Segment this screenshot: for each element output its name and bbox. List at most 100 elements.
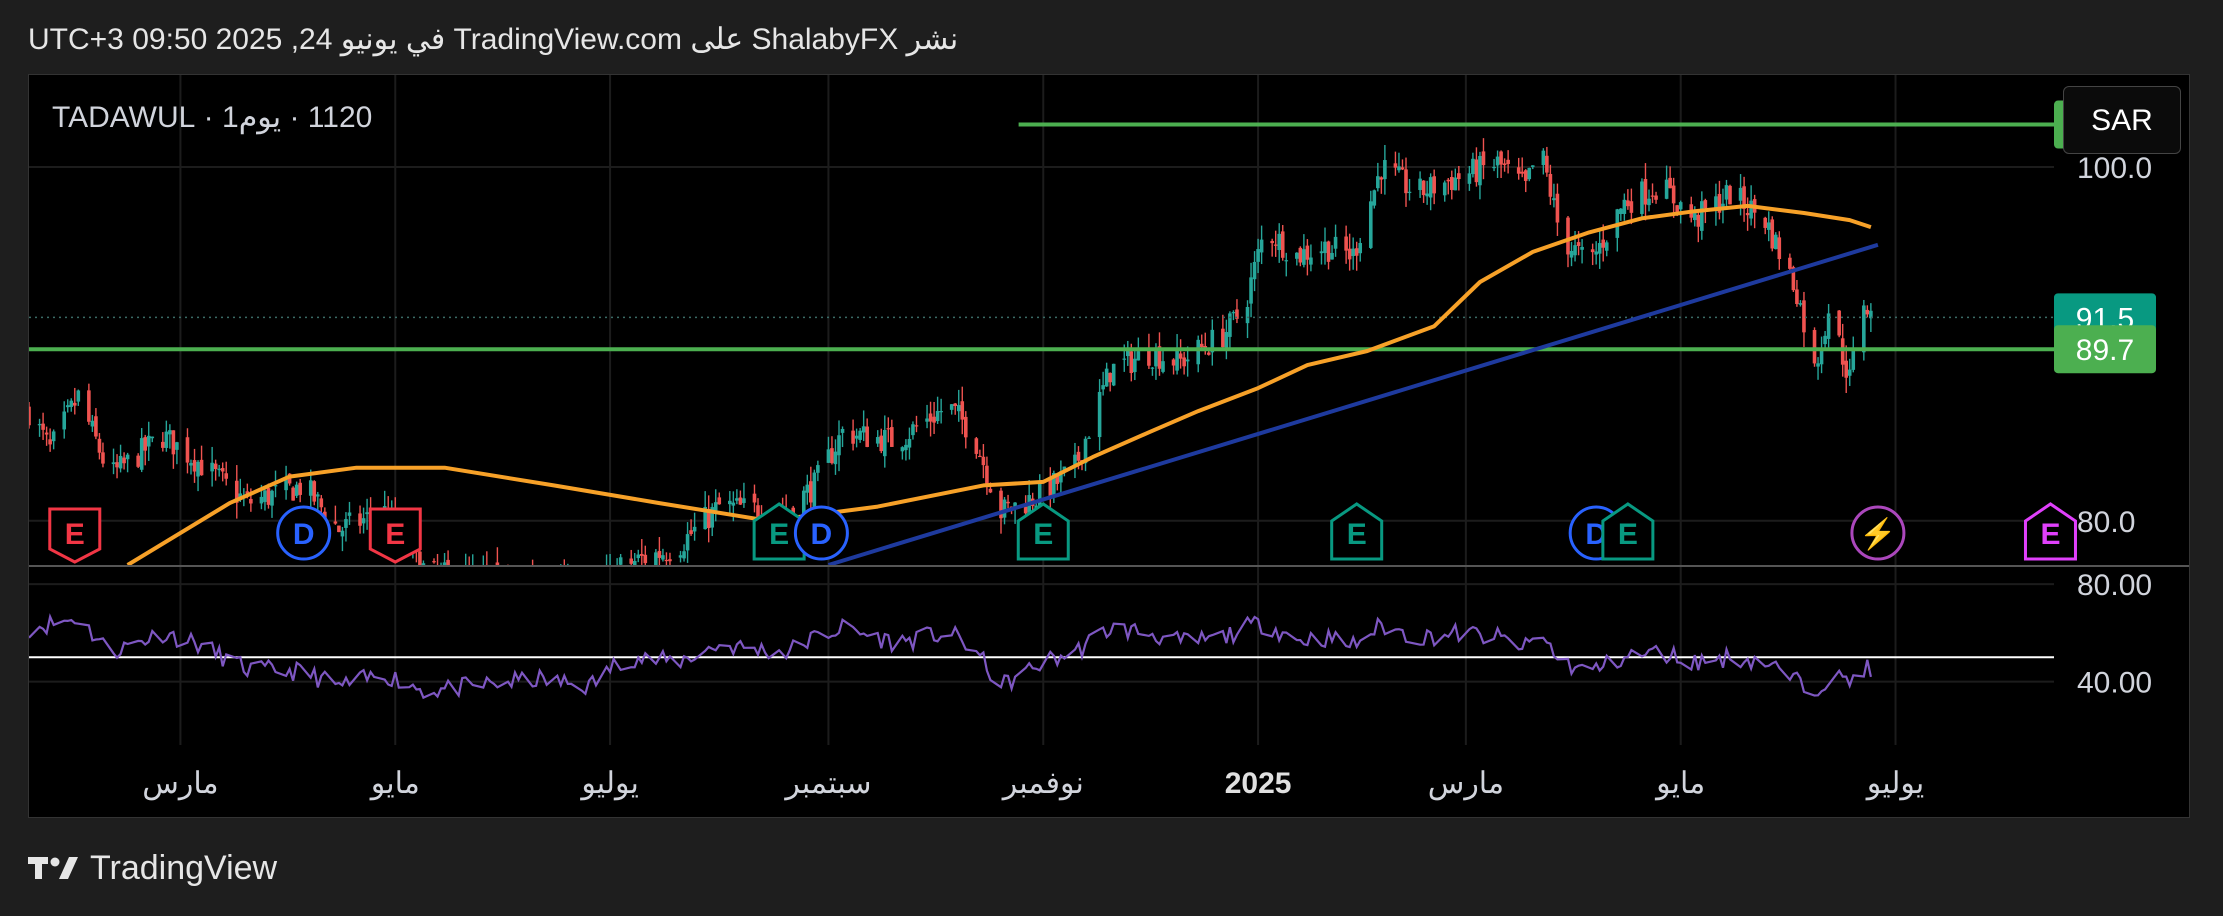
candle-body: [963, 416, 968, 438]
candle-body: [1654, 195, 1658, 200]
candle-body: [1700, 201, 1704, 231]
candle-body: [1449, 176, 1454, 190]
candle-body: [1678, 202, 1683, 210]
candle-body: [1175, 348, 1179, 371]
time-axis-tick-label: نوفمبر: [1001, 767, 1084, 801]
earnings-icon[interactable]: E: [48, 507, 102, 564]
candle-body: [1326, 241, 1331, 262]
candle-body: [482, 569, 486, 570]
candle-body: [125, 454, 130, 460]
candle-body: [1837, 310, 1841, 336]
candle-body: [1231, 312, 1236, 314]
event-marker-label: E: [1033, 518, 1053, 551]
candle-body: [713, 502, 718, 511]
candle-body: [717, 497, 722, 505]
chart-page: نشر ShalabyFX على TradingView.com في يون…: [0, 0, 2223, 916]
grid: [29, 75, 2054, 745]
event-marker-label: E: [1347, 518, 1367, 551]
candle-body: [1530, 165, 1535, 167]
candle-body: [1788, 257, 1792, 269]
chart-canvas[interactable]: EDEEDEEDE⚡E100.080.080.0040.00102.491.58…: [29, 75, 2189, 817]
candle-body: [851, 430, 855, 444]
candle-body: [506, 572, 510, 589]
candle-body: [1851, 350, 1856, 370]
chart-frame[interactable]: EDEEDEEDE⚡E100.080.080.0040.00102.491.58…: [28, 74, 2190, 818]
time-axis-tick-label: مايو: [369, 767, 420, 801]
candle-body: [1728, 185, 1732, 205]
candle-body: [1548, 173, 1553, 197]
candle-body: [682, 551, 686, 559]
candle-body: [678, 555, 683, 558]
level-tag-support-text: 89.7: [2076, 334, 2134, 367]
candle-body: [840, 428, 845, 433]
candle-body: [830, 448, 834, 464]
candle-body: [439, 568, 443, 575]
candle-body: [1865, 309, 1870, 315]
candle-body: [185, 437, 190, 463]
candle-body: [555, 593, 559, 596]
candle-body: [146, 435, 151, 447]
candle-body: [1397, 166, 1401, 171]
symbol-info[interactable]: 1120 · يوم1 · TADAWUL: [52, 100, 372, 135]
candle-body: [639, 553, 644, 556]
candle-body: [837, 435, 841, 456]
tradingview-logo-icon[interactable]: [28, 853, 80, 883]
candle-body: [1626, 200, 1630, 207]
lightning-icon[interactable]: ⚡: [1850, 505, 1906, 561]
candle-body: [467, 569, 471, 572]
candle-body: [1840, 338, 1845, 365]
candle-body: [1129, 351, 1134, 374]
candle-body: [1277, 233, 1282, 251]
candle-body: [1122, 358, 1127, 360]
candle-body: [752, 493, 757, 503]
candle-body: [492, 566, 496, 577]
candle-body: [1446, 179, 1451, 182]
candle-body: [1590, 249, 1595, 253]
currency-button[interactable]: SAR: [2063, 86, 2181, 154]
event-marker-label: E: [385, 518, 405, 551]
candle-body: [365, 512, 369, 515]
candle-body: [538, 575, 542, 579]
footer-brand[interactable]: TradingView: [90, 849, 277, 888]
earnings-icon[interactable]: E: [368, 507, 422, 564]
level-tag-support[interactable]: 89.7: [2054, 325, 2156, 374]
candle-body: [1298, 247, 1303, 263]
candle-body: [1492, 166, 1496, 169]
candle-body: [939, 411, 943, 413]
candle-body: [591, 578, 595, 580]
candle-body: [139, 438, 144, 470]
candle-body: [594, 581, 598, 582]
candle-body: [738, 497, 743, 505]
candle-body: [985, 465, 989, 485]
candle-body: [805, 484, 810, 493]
candle-body: [340, 530, 345, 537]
candle-body: [890, 427, 894, 447]
candle-body: [520, 576, 524, 583]
candle-body: [928, 413, 933, 422]
candle-body: [1076, 451, 1081, 461]
candle-body: [189, 462, 193, 466]
candle-body: [143, 437, 148, 451]
candle-body: [1545, 155, 1549, 173]
candle-body: [728, 500, 732, 505]
earnings-icon[interactable]: E: [2023, 502, 2077, 561]
candle-body: [1351, 248, 1355, 257]
candle-body: [1368, 201, 1373, 248]
candle-body: [270, 490, 274, 506]
candle-body: [1206, 352, 1211, 355]
candle-body: [1766, 222, 1771, 230]
candle-body: [41, 423, 45, 430]
candle-body: [1418, 178, 1422, 191]
candle-body: [94, 416, 98, 437]
dividend-icon[interactable]: D: [276, 505, 332, 561]
candle-body: [1844, 360, 1849, 378]
candle-body: [949, 404, 954, 410]
earnings-icon[interactable]: E: [1330, 502, 1384, 561]
candle-body: [1745, 212, 1750, 216]
event-marker-label: E: [1618, 518, 1638, 551]
candle-body: [531, 571, 535, 575]
candle-body: [1467, 173, 1472, 184]
candle-body: [932, 416, 936, 423]
candle-body: [1023, 506, 1028, 514]
dividend-icon[interactable]: D: [793, 505, 849, 561]
